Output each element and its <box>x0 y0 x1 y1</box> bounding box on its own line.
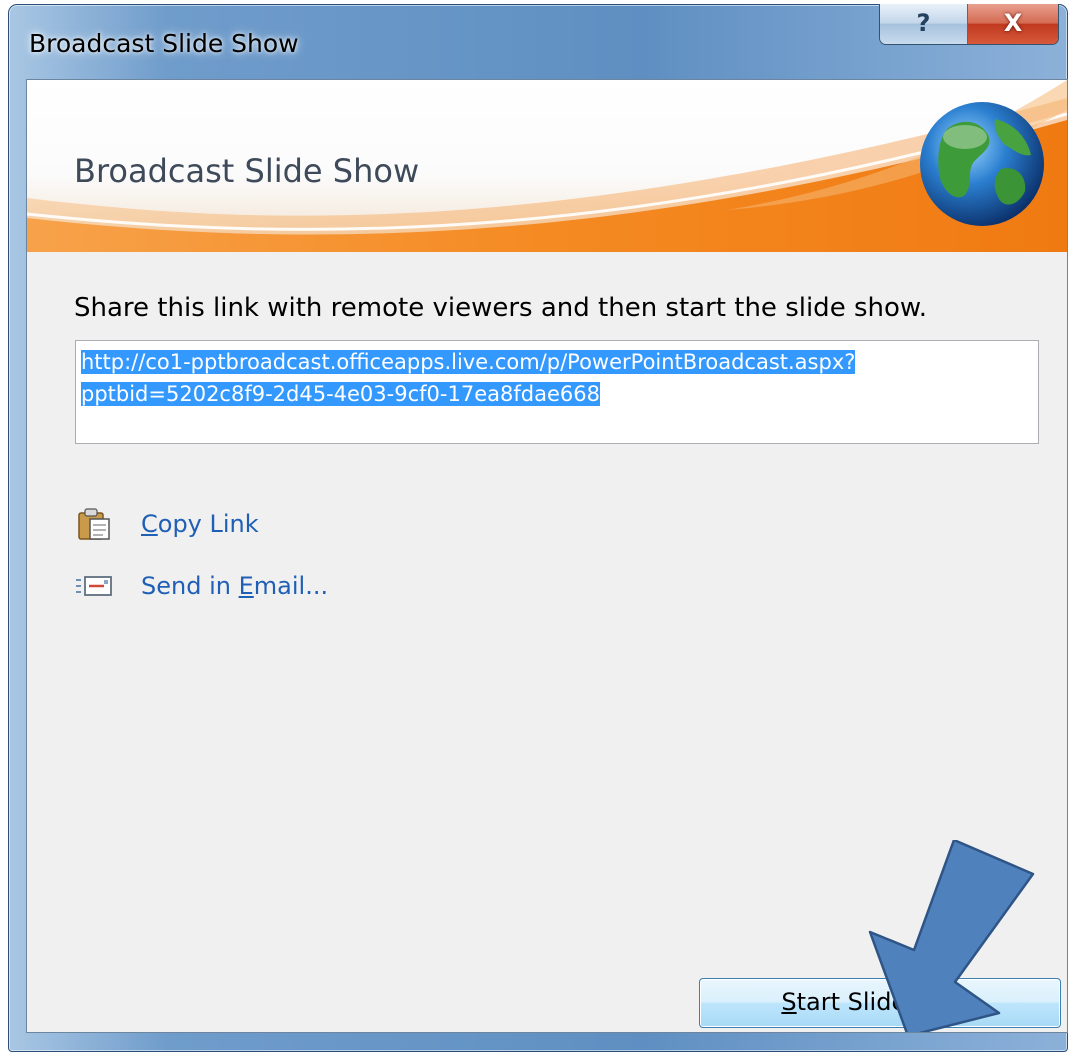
close-button[interactable]: X <box>968 4 1058 44</box>
broadcast-link-field[interactable]: http://co1-pptbroadcast.officeapps.live.… <box>75 340 1039 444</box>
copy-link-label: Copy Link <box>141 510 259 538</box>
clipboard-icon <box>78 508 110 540</box>
link-line-2: pptbid=5202c8f9-2d45-4e03-9cf0-17ea8fdae… <box>81 382 600 406</box>
dialog-body: Broadcast Slide Show Share this link wit… <box>26 79 1068 1033</box>
send-email-label: Send in Email... <box>141 572 329 600</box>
banner-title: Broadcast Slide Show <box>74 152 420 190</box>
caption-buttons: ? X <box>879 4 1059 45</box>
dialog-window: Broadcast Slide Show ? X Broadcast Slide… <box>8 4 1068 1052</box>
send-email-action[interactable]: Send in Email... <box>75 568 328 604</box>
window-title: Broadcast Slide Show <box>29 29 299 58</box>
header-banner: Broadcast Slide Show <box>27 80 1067 252</box>
title-bar[interactable]: Broadcast Slide Show ? X <box>9 4 1067 79</box>
globe-icon <box>920 102 1044 226</box>
help-button[interactable]: ? <box>880 4 968 44</box>
arrow-icon <box>868 840 1035 1032</box>
email-icon <box>76 576 112 596</box>
instruction-text: Share this link with remote viewers and … <box>74 293 928 323</box>
link-line-1: http://co1-pptbroadcast.officeapps.live.… <box>81 350 856 374</box>
copy-link-action[interactable]: Copy Link <box>75 506 259 542</box>
